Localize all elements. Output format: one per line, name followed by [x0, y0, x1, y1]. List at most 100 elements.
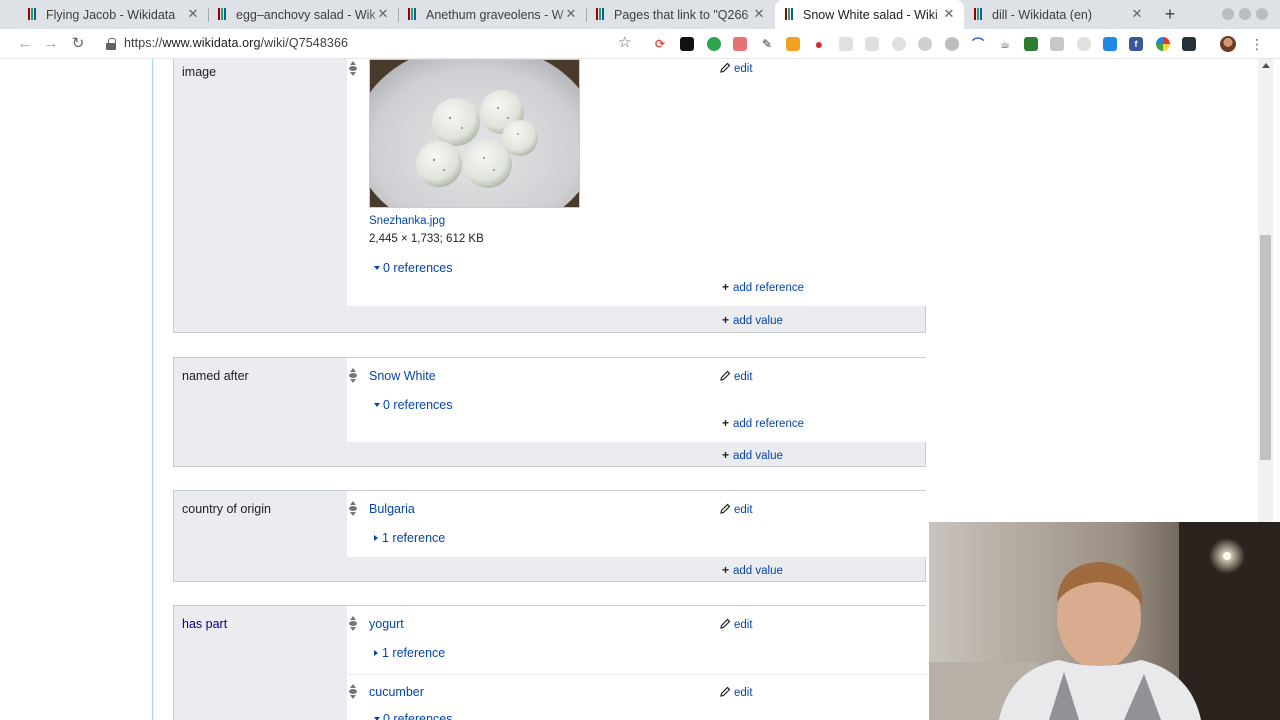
statement-body: Bulgaria edit 1 reference — [347, 491, 926, 557]
tab-egg-anchovy-salad[interactable]: egg–anchovy salad - Wik ✕ — [208, 0, 398, 29]
avatar[interactable] — [1220, 36, 1236, 52]
rank-selector-icon[interactable] — [349, 616, 357, 632]
property-label[interactable]: image — [182, 65, 216, 79]
extension-icon[interactable] — [1024, 37, 1038, 51]
edit-link[interactable]: edit — [720, 61, 753, 75]
value-link[interactable]: cucumber — [369, 685, 424, 699]
menu-icon[interactable]: ⋮ — [1250, 35, 1264, 53]
add-value-label: add value — [733, 315, 783, 327]
tab-title: Anethum graveolens - W — [426, 7, 564, 22]
pencil-icon — [720, 62, 731, 73]
add-reference-label: add reference — [733, 418, 804, 430]
lock-icon — [106, 38, 116, 50]
references-toggle[interactable]: 1 reference — [374, 646, 445, 660]
url-path: /wiki/Q7548366 — [260, 36, 349, 50]
references-toggle[interactable]: 1 reference — [374, 531, 445, 545]
add-reference-label: add reference — [733, 282, 804, 294]
maximize-icon[interactable] — [1239, 8, 1251, 20]
extension-icon[interactable] — [1050, 37, 1064, 51]
property-label[interactable]: has part — [182, 617, 227, 631]
extension-icon[interactable] — [680, 37, 694, 51]
extension-icon[interactable] — [1156, 37, 1170, 51]
plus-icon: + — [722, 563, 730, 577]
extension-icon[interactable] — [1077, 37, 1091, 51]
add-value-button[interactable]: + add value — [722, 448, 783, 462]
edit-link[interactable]: edit — [720, 617, 753, 631]
value-link[interactable]: Snow White — [369, 369, 436, 383]
reload-icon[interactable]: ↻ — [68, 34, 88, 54]
add-value-label: add value — [733, 450, 783, 462]
extension-icon[interactable] — [839, 37, 853, 51]
close-window-icon[interactable] — [1256, 8, 1268, 20]
rank-selector-icon[interactable] — [349, 501, 357, 517]
add-reference-button[interactable]: + add reference — [722, 280, 804, 294]
extension-icon[interactable] — [786, 37, 800, 51]
tab-title: Snow White salad - Wiki — [803, 7, 938, 22]
extension-icon[interactable] — [1182, 37, 1196, 51]
references-toggle[interactable]: 0 references — [374, 712, 452, 720]
wikidata-favicon — [785, 8, 797, 20]
extension-icon[interactable] — [865, 37, 879, 51]
rank-selector-icon[interactable] — [349, 368, 357, 384]
back-icon[interactable]: ← — [15, 34, 35, 54]
extension-icon[interactable] — [707, 37, 721, 51]
extension-icon[interactable]: ● — [812, 37, 826, 51]
edit-link[interactable]: edit — [720, 369, 753, 383]
browser-toolbar: ← → ↻ https://www.wikidata.org/wiki/Q754… — [0, 29, 1280, 59]
webcam-overlay — [929, 522, 1280, 720]
facebook-icon[interactable]: f — [1129, 37, 1143, 51]
tab-close-icon[interactable]: ✕ — [752, 7, 766, 21]
extension-icon[interactable] — [918, 37, 932, 51]
pencil-icon — [720, 686, 731, 697]
collapse-icon — [374, 650, 378, 656]
new-tab-icon[interactable]: + — [1160, 4, 1180, 24]
salad-image-thumbnail[interactable] — [369, 59, 580, 208]
tab-title: egg–anchovy salad - Wik — [236, 7, 376, 22]
references-toggle[interactable]: 0 references — [374, 261, 452, 275]
tab-close-icon[interactable]: ✕ — [1130, 7, 1144, 21]
star-icon[interactable]: ☆ — [618, 33, 631, 51]
tab-anethum-graveolens[interactable]: Anethum graveolens - W ✕ — [398, 0, 586, 29]
extension-icon[interactable] — [945, 37, 959, 51]
extension-icon[interactable] — [892, 37, 906, 51]
wikidata-favicon — [218, 8, 230, 20]
pencil-icon — [720, 618, 731, 629]
statement-body: yogurt edit 1 reference cucumber edit 0 … — [347, 606, 926, 720]
add-value-button[interactable]: + add value — [722, 563, 783, 577]
extension-icon[interactable] — [1103, 37, 1117, 51]
references-toggle[interactable]: 0 references — [374, 398, 452, 412]
tab-close-icon[interactable]: ✕ — [564, 7, 578, 21]
tab-snow-white-salad[interactable]: Snow White salad - Wiki ✕ — [775, 0, 964, 29]
add-value-label: add value — [733, 565, 783, 577]
rank-selector-icon[interactable] — [349, 684, 357, 700]
tab-close-icon[interactable]: ✕ — [376, 7, 390, 21]
tab-close-icon[interactable]: ✕ — [186, 7, 200, 21]
image-file-link[interactable]: Snezhanka.jpg — [369, 215, 445, 227]
forward-icon[interactable]: → — [41, 34, 61, 54]
scrollbar-thumb[interactable] — [1260, 235, 1271, 460]
tab-close-icon[interactable]: ✕ — [942, 7, 956, 21]
tab-pages-that-link[interactable]: Pages that link to "Q266 ✕ — [586, 0, 774, 29]
property-label[interactable]: named after — [182, 369, 249, 383]
add-value-button[interactable]: + add value — [722, 313, 783, 327]
extension-icon[interactable]: ☕ — [998, 37, 1012, 51]
extension-icon[interactable]: ⌒ — [971, 37, 985, 51]
property-label[interactable]: country of origin — [182, 502, 271, 516]
rank-selector-icon[interactable] — [349, 61, 357, 77]
address-bar[interactable]: https://www.wikidata.org/wiki/Q7548366 — [124, 36, 348, 50]
minimize-icon[interactable] — [1222, 8, 1234, 20]
url-host: www.wikidata.org — [162, 36, 261, 50]
statement-has-part: has part yogurt edit 1 reference cucumbe… — [173, 605, 926, 720]
tab-title: Pages that link to "Q266 — [614, 7, 749, 22]
tab-dill[interactable]: dill - Wikidata (en) ✕ — [964, 0, 1152, 29]
value-link[interactable]: yogurt — [369, 617, 404, 631]
tab-flying-jacob[interactable]: Flying Jacob - Wikidata ✕ — [18, 0, 208, 29]
extension-icon[interactable] — [733, 37, 747, 51]
add-reference-button[interactable]: + add reference — [722, 416, 804, 430]
scroll-up-icon[interactable] — [1262, 63, 1270, 68]
extension-icon[interactable]: ⟳ — [653, 37, 667, 51]
edit-link[interactable]: edit — [720, 685, 753, 699]
edit-link[interactable]: edit — [720, 502, 753, 516]
value-link[interactable]: Bulgaria — [369, 502, 415, 516]
extension-icon[interactable]: ✎ — [760, 37, 774, 51]
